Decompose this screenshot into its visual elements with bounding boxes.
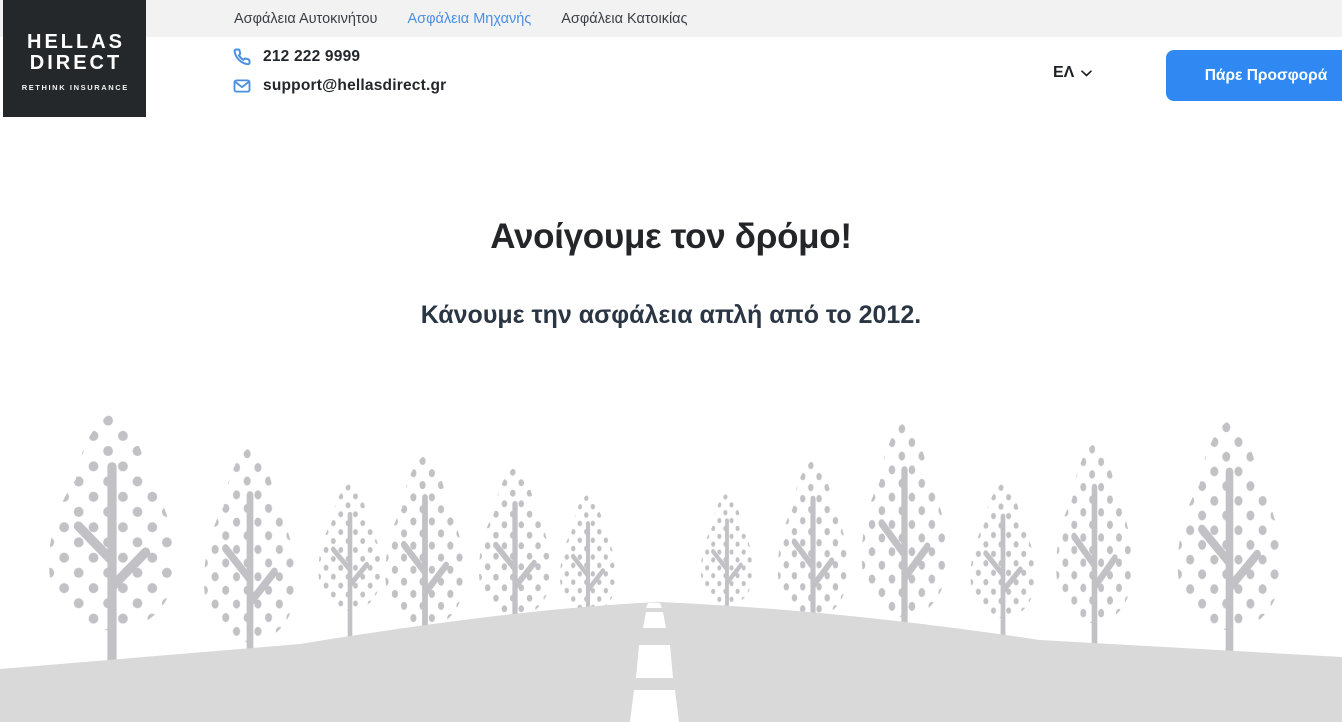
logo-line-2: DIRECT [30,53,122,74]
email-row[interactable]: support@hellasdirect.gr [233,77,446,95]
hero-illustration [0,400,1342,722]
logo-tagline: RETHINK INSURANCE [22,83,129,92]
nav-item-motorbike-insurance[interactable]: Ασφάλεια Μηχανής [407,11,531,27]
hellas-direct-logo[interactable]: HELLAS DIRECT RETHINK INSURANCE [3,0,146,117]
get-quote-button[interactable]: Πάρε Προσφορά [1166,50,1342,101]
logo-line-1: HELLAS [27,32,125,53]
header [0,37,1342,130]
road-dash [630,690,679,722]
nav-item-home-insurance[interactable]: Ασφάλεια Κατοικίας [561,11,687,27]
page-subtitle: Κάνουμε την ασφάλεια απλή από το 2012. [0,300,1342,330]
road-dash [636,645,673,678]
phone-number: 212 222 9999 [263,48,360,66]
road-dash [646,603,662,608]
road-dash [643,612,666,628]
language-code: ΕΛ [1053,64,1074,82]
page-title: Ανοίγουμε τον δρόμο! [0,216,1342,258]
phone-row[interactable]: 212 222 9999 [233,48,446,66]
contact-block: 212 222 9999 support@hellasdirect.gr [233,48,446,95]
nav-item-car-insurance[interactable]: Ασφάλεια Αυτοκινήτου [234,11,377,27]
product-nav: Ασφάλεια Αυτοκινήτου Ασφάλεια Μηχανής Ασ… [0,0,1342,37]
language-selector[interactable]: ΕΛ [1053,64,1092,82]
chevron-down-icon [1081,70,1092,77]
phone-icon [233,48,251,66]
email-address: support@hellasdirect.gr [263,77,446,95]
mail-icon [233,77,251,95]
hero-section: Ανοίγουμε τον δρόμο! Κάνουμε την ασφάλει… [0,130,1342,330]
